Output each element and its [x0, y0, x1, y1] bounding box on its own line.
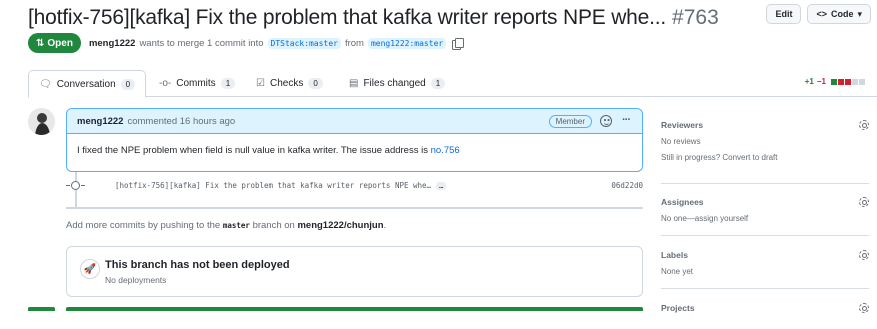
commit-row: [hotfix-756][kafka] Fix the problem that… [66, 172, 643, 200]
pr-meta: ⇅ Open meng1222 wants to merge 1 commit … [28, 33, 465, 53]
copy-icon[interactable] [452, 37, 465, 50]
tab-label: Checks [269, 78, 304, 89]
tab-label: Commits [176, 78, 216, 89]
reviewers-status: No reviews [661, 137, 701, 146]
member-badge: Member [548, 115, 592, 128]
timeline-divider [66, 207, 643, 209]
code-button-label: Code [830, 9, 854, 19]
sidebar-reviewers: Reviewers No reviews Still in progress? … [661, 120, 869, 162]
code-button[interactable]: <> Code ▾ [807, 4, 871, 24]
sidebar-labels: Labels None yet [661, 250, 869, 276]
labels-title[interactable]: Labels [661, 250, 869, 260]
comment-text: I fixed the NPE problem when field is nu… [77, 145, 428, 156]
edit-button-label: Edit [775, 9, 793, 19]
merge-box-top [28, 307, 643, 311]
merge-status-icon-edge [28, 307, 55, 311]
diffstat-block [852, 78, 858, 85]
tab-label: Files changed [363, 78, 426, 89]
conversation-icon: 🗨 [39, 78, 52, 90]
comment-author[interactable]: meng1222 [77, 116, 123, 127]
tab-count: 0 [120, 78, 136, 90]
tab-count: 1 [220, 78, 236, 89]
file-diff-icon: ▤ [349, 78, 359, 89]
avatar[interactable] [28, 108, 55, 135]
diffstat-block [838, 78, 844, 85]
diffstat-blocks [831, 78, 865, 85]
labels-status: None yet [661, 267, 694, 276]
gear-icon[interactable] [859, 303, 869, 313]
diffstat-block [859, 78, 865, 85]
diffstat-additions: +1 [804, 77, 814, 86]
state-label: Open [47, 37, 73, 49]
sidebar-projects: Projects [661, 303, 869, 313]
assignees-title[interactable]: Assignees [661, 197, 869, 207]
sidebar-divider [661, 235, 869, 236]
pr-author-link[interactable]: meng1222 [89, 38, 135, 49]
deployment-title: This branch has not been deployed [105, 259, 290, 271]
pr-number: #763 [672, 6, 719, 29]
expand-commit-button[interactable]: … [436, 182, 447, 190]
sidebar-assignees: Assignees No one—assign yourself [661, 197, 869, 223]
convert-to-draft-link[interactable]: Still in progress? Convert to draft [661, 153, 869, 162]
tab-label: Conversation [56, 78, 116, 90]
commit-message-text: [hotfix-756][kafka] Fix the problem that… [115, 181, 432, 190]
issue-link[interactable]: no.756 [431, 145, 460, 156]
rocket-icon: 🚀 [80, 259, 100, 279]
sidebar-divider [661, 288, 869, 289]
tab-count: 1 [430, 78, 446, 89]
avatar-image [28, 108, 55, 135]
gear-icon[interactable] [859, 250, 869, 260]
code-icon: <> [816, 9, 827, 19]
diffstat[interactable]: +1 −1 [805, 77, 865, 86]
comment-time[interactable]: commented 16 hours ago [127, 116, 235, 127]
tab-conversation[interactable]: 🗨 Conversation 0 [28, 70, 147, 98]
git-commit-icon [66, 181, 85, 190]
pr-title-row: [hotfix-756][kafka] Fix the problem that… [28, 4, 868, 32]
push-hint-text: Add more commits by pushing to the [66, 220, 221, 231]
state-badge: ⇅ Open [28, 33, 81, 53]
comment-box: meng1222 commented 16 hours ago Member ·… [66, 108, 643, 172]
head-branch[interactable]: meng1222:master [367, 37, 447, 49]
push-hint-text: branch on [252, 220, 295, 231]
tab-files-changed[interactable]: ▤ Files changed 1 [339, 70, 455, 97]
base-branch[interactable]: DTStack:master [267, 37, 341, 49]
projects-title[interactable]: Projects [661, 303, 869, 313]
tab-commits[interactable]: -o- Commits 1 [149, 70, 245, 97]
deployment-subtitle: No deployments [105, 275, 167, 285]
smiley-icon[interactable] [600, 115, 612, 127]
push-hint-branch: master [222, 221, 250, 230]
push-hint-period: . [383, 220, 387, 231]
header-actions: Edit <> Code ▾ [766, 4, 871, 24]
pull-request-icon: ⇅ [36, 37, 45, 49]
kebab-horizontal-icon[interactable]: ··· [622, 114, 631, 126]
comment-body: I fixed the NPE problem when field is nu… [67, 134, 642, 167]
merge-text: wants to merge 1 commit into [139, 37, 264, 49]
push-hint-repo[interactable]: meng1222/chunjun [297, 220, 383, 231]
commit-icon: -o- [159, 78, 172, 89]
merge-box-edge [66, 307, 643, 311]
diffstat-block [831, 78, 837, 85]
sidebar-divider [661, 183, 869, 184]
gear-icon[interactable] [859, 120, 869, 130]
diffstat-block [845, 78, 851, 85]
pr-tabs: 🗨 Conversation 0 -o- Commits 1 ☑ Checks … [28, 70, 877, 98]
push-hint: Add more commits by pushing to the maste… [66, 220, 386, 231]
commit-sha[interactable]: 06d22d0 [611, 181, 643, 190]
edit-button[interactable]: Edit [766, 4, 802, 24]
deployment-box: 🚀 This branch has not been deployed No d… [66, 246, 643, 297]
checklist-icon: ☑ [256, 78, 265, 89]
chevron-down-icon: ▾ [857, 8, 862, 19]
tab-checks[interactable]: ☑ Checks 0 [246, 70, 333, 97]
from-text: from [344, 37, 364, 49]
gear-icon[interactable] [859, 197, 869, 207]
diffstat-deletions: −1 [816, 77, 826, 86]
assign-yourself-link[interactable]: No one—assign yourself [661, 214, 869, 223]
commit-message[interactable]: [hotfix-756][kafka] Fix the problem that… [115, 181, 447, 190]
reviewers-title[interactable]: Reviewers [661, 120, 869, 130]
tab-count: 0 [308, 78, 323, 89]
pr-title: [hotfix-756][kafka] Fix the problem that… [28, 6, 667, 29]
